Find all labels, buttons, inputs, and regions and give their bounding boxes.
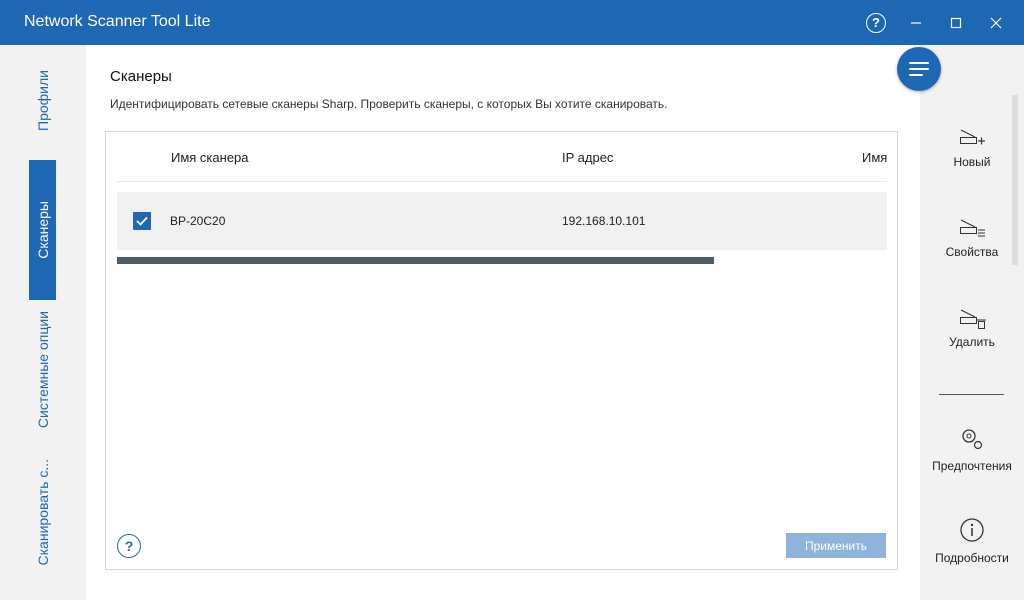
column-header-scanner-name[interactable]: Имя сканера	[171, 150, 249, 165]
menu-icon-line	[909, 68, 929, 70]
maximize-button[interactable]	[936, 0, 976, 45]
tab-scan-from-label: Сканировать с...	[34, 459, 51, 566]
ip-address-cell: 192.168.10.101	[562, 214, 646, 228]
help-button[interactable]: ?	[856, 0, 896, 45]
tab-scanners-label: Сканеры	[34, 201, 51, 259]
tab-scan-from[interactable]: Сканировать с...	[29, 450, 56, 575]
page-description: Идентифицировать сетевые сканеры Sharp. …	[110, 97, 668, 111]
new-scanner-icon	[960, 129, 985, 145]
delete-label: Удалить	[949, 335, 995, 349]
tab-profiles[interactable]: Профили	[29, 55, 56, 145]
details-label: Подробности	[935, 551, 1009, 565]
tab-scanners[interactable]: Сканеры	[29, 160, 56, 300]
main-content: Сканеры Идентифицировать сетевые сканеры…	[86, 45, 920, 600]
new-scanner-label: Новый	[953, 155, 991, 169]
properties-label: Свойства	[945, 245, 999, 259]
tab-system-options-label: Системные опции	[34, 310, 51, 429]
action-bar: Новый Свойства Удалить Предпочтения Подр…	[920, 45, 1024, 600]
properties-button[interactable]: Свойства	[920, 217, 1024, 259]
hamburger-menu-button[interactable]	[897, 47, 941, 91]
vertical-scrollbar[interactable]	[1012, 95, 1018, 265]
gear-icon	[962, 429, 983, 450]
checkmark-icon	[136, 216, 148, 226]
preferences-button[interactable]: Предпочтения	[920, 425, 1024, 473]
action-separator	[939, 394, 1004, 395]
app-title: Network Scanner Tool Lite	[24, 13, 211, 30]
horizontal-scrollbar[interactable]	[117, 257, 714, 264]
scanner-table: Имя сканера IP адрес Имя BP-20C20 192.16…	[117, 132, 887, 332]
row-checkbox[interactable]	[133, 212, 151, 230]
close-button[interactable]	[976, 0, 1016, 45]
menu-icon-line-short	[909, 74, 923, 76]
table-row[interactable]: BP-20C20 192.168.10.101	[117, 192, 887, 250]
help-icon: ?	[866, 12, 886, 33]
new-scanner-button[interactable]: Новый	[920, 127, 1024, 169]
delete-icon	[960, 309, 986, 329]
column-header-name[interactable]: Имя	[862, 150, 887, 165]
page-title: Сканеры	[110, 68, 172, 85]
tab-profiles-label: Профили	[34, 69, 51, 131]
maximize-icon	[950, 17, 962, 28]
preferences-label: Предпочтения	[932, 459, 1012, 473]
left-nav: Профили Сканеры Системные опции Сканиров…	[0, 45, 86, 600]
tab-system-options[interactable]: Системные опции	[29, 307, 56, 432]
info-icon	[960, 518, 984, 542]
scanner-name-cell: BP-20C20	[170, 214, 226, 228]
properties-icon	[960, 219, 985, 237]
close-icon	[990, 17, 1002, 28]
table-header: Имя сканера IP адрес Имя	[117, 132, 887, 182]
minimize-icon	[911, 21, 921, 24]
menu-icon	[909, 62, 929, 64]
title-bar: Network Scanner Tool Lite ?	[0, 0, 1024, 45]
details-button[interactable]: Подробности	[920, 517, 1024, 565]
apply-button[interactable]: Применить	[786, 533, 886, 558]
help-button-bottom[interactable]: ?	[117, 534, 141, 558]
scanner-panel: Имя сканера IP адрес Имя BP-20C20 192.16…	[105, 131, 898, 570]
delete-button[interactable]: Удалить	[920, 307, 1024, 349]
minimize-button[interactable]	[896, 0, 936, 45]
column-header-ip-address[interactable]: IP адрес	[562, 150, 613, 165]
